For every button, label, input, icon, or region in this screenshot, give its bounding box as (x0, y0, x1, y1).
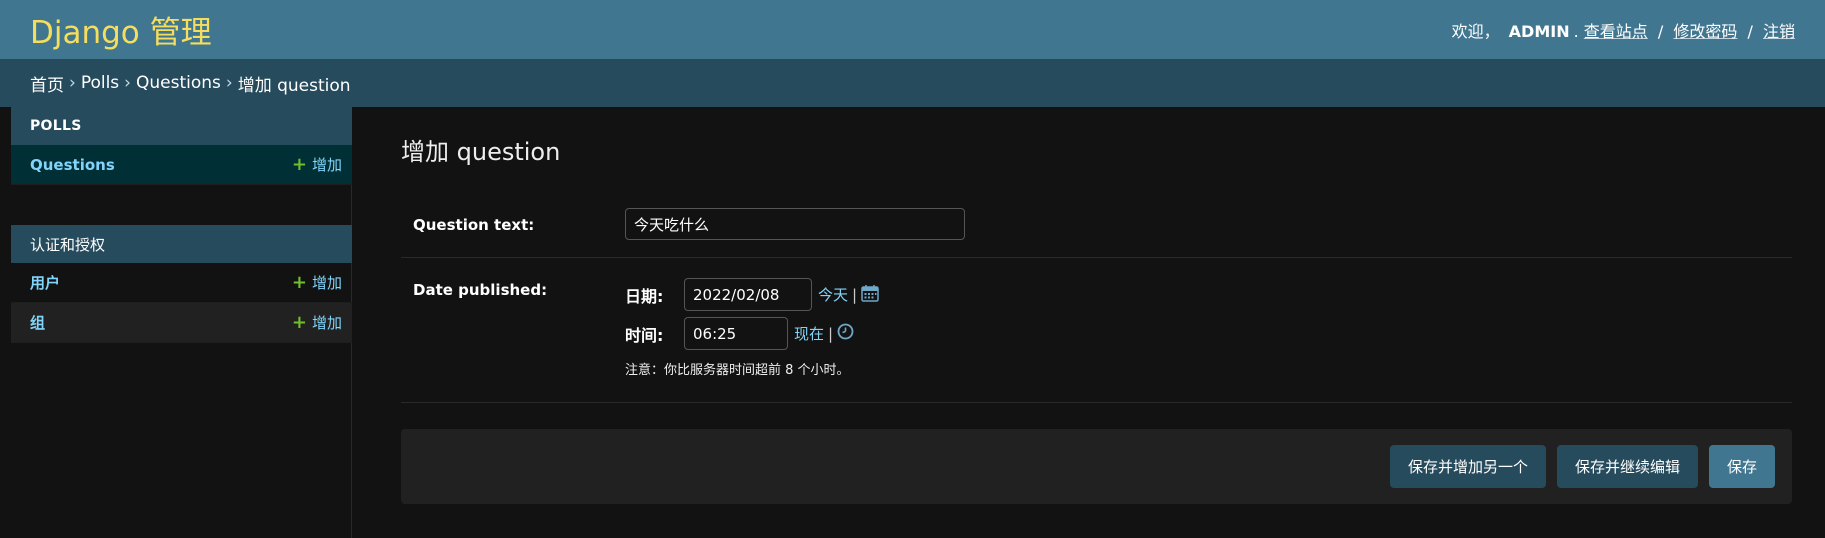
calendar-icon[interactable] (861, 284, 879, 306)
question-text-input[interactable] (625, 208, 965, 240)
breadcrumb-polls[interactable]: Polls (81, 73, 119, 93)
breadcrumb-separator: › (124, 73, 131, 93)
model-link-questions[interactable]: Questions (30, 156, 115, 174)
form-row-date-published: Date published: 日期: 今天 | (401, 257, 1792, 403)
view-site-link[interactable]: 查看站点 (1584, 22, 1648, 41)
date-input[interactable] (684, 278, 812, 311)
logout-link[interactable]: 注销 (1763, 22, 1795, 41)
save-add-another-button[interactable]: 保存并增加另一个 (1389, 445, 1546, 488)
shortcut-separator: | (828, 324, 834, 343)
time-shortcuts: 现在 | (794, 323, 854, 344)
change-password-link[interactable]: 修改密码 (1673, 22, 1737, 41)
breadcrumb-current: 增加 question (237, 75, 351, 96)
user-tools-separator: / (1747, 21, 1753, 41)
header: Django 管理 欢迎， ADMIN. 查看站点 / 修改密码 / 注销 (0, 0, 1825, 59)
shortcut-separator: | (852, 285, 858, 304)
sidebar-item-questions: Questions + 增加 (11, 145, 352, 185)
now-link[interactable]: 现在 (794, 323, 824, 344)
save-button[interactable]: 保存 (1708, 445, 1775, 488)
add-label: 增加 (311, 314, 342, 332)
app-module-auth: 认证和授权 用户 + 增加 组 + 增加 (11, 225, 352, 343)
add-questions-link[interactable]: + 增加 (292, 154, 342, 175)
app-module-polls: POLLS Questions + 增加 (11, 107, 352, 185)
submit-row: 保存并增加另一个 保存并继续编辑 保存 (401, 429, 1792, 504)
time-line: 时间: 现在 | (625, 317, 854, 350)
breadcrumb-separator: › (225, 73, 233, 93)
model-link-groups[interactable]: 组 (30, 312, 45, 333)
user-tools-dot: . (1573, 21, 1579, 41)
welcome-text: 欢迎， (1451, 21, 1500, 41)
date-line: 日期: 今天 | (625, 278, 879, 311)
sidebar-item-groups: 组 + 增加 (11, 303, 352, 343)
model-link-users[interactable]: 用户 (30, 272, 60, 293)
date-shortcuts: 今天 | (818, 284, 879, 306)
main-content: 增加 question Question text: Date publishe… (352, 107, 1825, 538)
username: ADMIN (1508, 21, 1570, 41)
plus-icon: + (291, 312, 307, 333)
form-row-question-text: Question text: (401, 190, 1792, 258)
user-tools: 欢迎， ADMIN. 查看站点 / 修改密码 / 注销 (1452, 18, 1795, 42)
user-tools-separator: / (1657, 21, 1664, 41)
add-groups-link[interactable]: + 增加 (292, 312, 342, 333)
question-text-label: Question text: (413, 216, 535, 234)
sidebar-item-users: 用户 + 增加 (11, 263, 352, 303)
app-caption-polls[interactable]: POLLS (11, 107, 352, 145)
save-continue-button[interactable]: 保存并继续编辑 (1556, 445, 1698, 488)
plus-icon: + (291, 272, 307, 293)
breadcrumb-home[interactable]: 首页 (30, 71, 64, 96)
breadcrumb: 首页 › Polls › Questions › 增加 question (0, 59, 1825, 107)
date-label: 日期: (625, 286, 664, 306)
time-input[interactable] (684, 317, 788, 350)
add-label: 增加 (311, 274, 342, 292)
clock-icon[interactable] (837, 323, 854, 344)
app-caption-auth[interactable]: 认证和授权 (11, 225, 352, 263)
add-label: 增加 (311, 156, 342, 174)
today-link[interactable]: 今天 (818, 284, 848, 305)
breadcrumb-separator: › (69, 73, 76, 93)
site-branding[interactable]: Django 管理 (30, 7, 212, 52)
plus-icon: + (291, 154, 307, 175)
timezone-warning: 注意：你比服务器时间超前 8 个小时。 (625, 363, 850, 378)
time-label: 时间: (625, 325, 664, 345)
breadcrumb-questions[interactable]: Questions (136, 73, 221, 93)
add-users-link[interactable]: + 增加 (292, 272, 342, 293)
page-title: 增加 question (401, 138, 561, 166)
sidebar-nav: POLLS Questions + 增加 认证和授权 用户 + 增加 组 + 增… (0, 107, 352, 538)
date-published-label: Date published: (413, 281, 548, 299)
